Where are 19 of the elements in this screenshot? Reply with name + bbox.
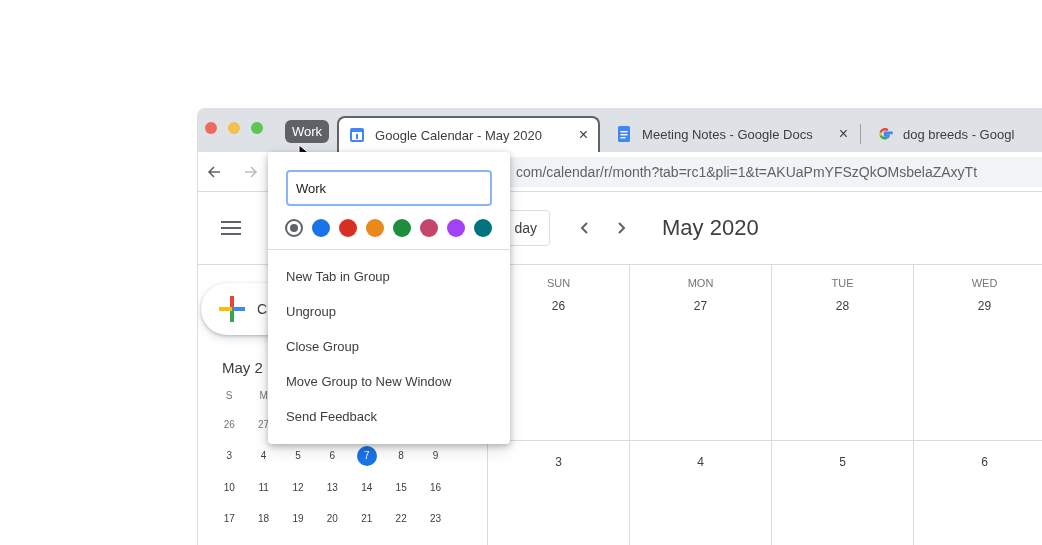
day-number: 26 [551, 299, 566, 313]
weekday-label: WED [971, 277, 998, 289]
tab-title: dog breeds - Googl [903, 126, 1015, 142]
day-number: 29 [977, 299, 992, 313]
month-title: May 2020 [662, 215, 759, 241]
weekday-label: M [258, 390, 269, 401]
weekday-label: S [224, 390, 234, 401]
day-number: 3 [555, 455, 562, 469]
weekday-label: MON [687, 277, 714, 289]
day-number: 6 [981, 455, 988, 469]
day-number: 27 [693, 299, 708, 313]
weekday-label: TUE [831, 277, 854, 289]
tab-title: Google Calendar - May 2020 [375, 127, 543, 143]
mini-calendar-title: May 2 [222, 359, 264, 376]
day-number: 4 [697, 455, 704, 469]
day-number: 28 [835, 299, 850, 313]
tab-title: Meeting Notes - Google Docs [642, 126, 813, 142]
day-number: 5 [839, 455, 846, 469]
weekday-label: SUN [546, 277, 571, 289]
